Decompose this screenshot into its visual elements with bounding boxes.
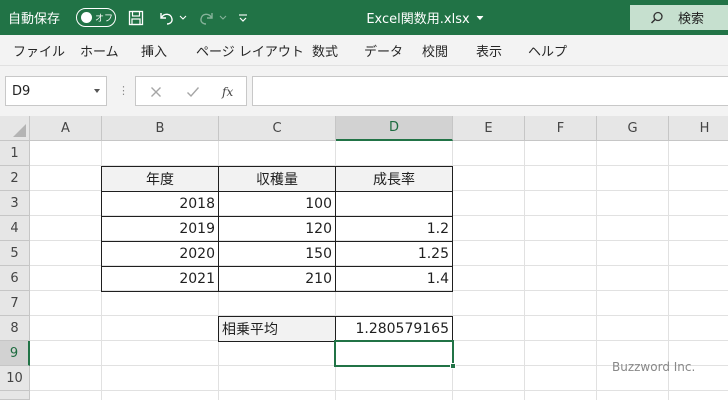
autosave-toggle[interactable]: オフ	[76, 8, 116, 27]
tab-insert[interactable]: 挿入	[141, 35, 167, 66]
row-header-3[interactable]: 3	[0, 191, 30, 216]
column-header-f[interactable]: F	[525, 116, 597, 141]
redo-dropdown-icon[interactable]	[218, 9, 228, 27]
column-header-g[interactable]: G	[597, 116, 669, 141]
save-icon[interactable]	[126, 9, 146, 27]
tab-view[interactable]: 表示	[476, 35, 502, 66]
document-title-text: Excel関数用.xlsx	[366, 12, 470, 27]
gridline	[30, 390, 728, 391]
ribbon-tabs: ファイル ホーム 挿入 ページ レイアウト 数式 データ 校閲 表示 ヘルプ	[0, 35, 728, 66]
name-box[interactable]: D9	[5, 76, 107, 106]
gridline	[596, 141, 597, 400]
formula-input[interactable]	[252, 76, 728, 106]
column-header-b[interactable]: B	[102, 116, 219, 141]
table-cell[interactable]: 2021	[101, 266, 219, 292]
column-header-d[interactable]: D	[336, 116, 453, 141]
insert-function-icon[interactable]: fx	[222, 77, 233, 107]
table-cell[interactable]: 100	[218, 191, 336, 217]
column-header-a[interactable]: A	[30, 116, 102, 141]
result-value-cell[interactable]: 1.280579165	[335, 316, 453, 342]
enter-icon[interactable]	[186, 77, 200, 107]
chevron-down-icon	[476, 15, 483, 20]
row-header-1[interactable]: 1	[0, 141, 30, 166]
watermark: Buzzword Inc.	[612, 360, 696, 374]
table-cell[interactable]: 1.25	[335, 241, 453, 267]
fill-handle[interactable]	[450, 363, 456, 369]
tab-home[interactable]: ホーム	[80, 35, 119, 66]
header-cell-yield[interactable]: 収穫量	[218, 166, 336, 192]
table-cell[interactable]: 120	[218, 216, 336, 242]
table-cell[interactable]: 2019	[101, 216, 219, 242]
tab-formulas[interactable]: 数式	[312, 35, 338, 66]
row-header-10[interactable]: 10	[0, 366, 30, 391]
formula-bar: D9 ⋮ fx	[0, 76, 728, 108]
row-header-2[interactable]: 2	[0, 166, 30, 191]
tab-help[interactable]: ヘルプ	[528, 35, 567, 66]
table-cell[interactable]: 1.2	[335, 216, 453, 242]
formula-buttons: fx	[135, 76, 247, 106]
tab-data[interactable]: データ	[364, 35, 403, 66]
table-cell[interactable]: 1.4	[335, 266, 453, 292]
column-header-c[interactable]: C	[219, 116, 336, 141]
header-cell-year[interactable]: 年度	[101, 166, 219, 192]
more-options-icon[interactable]: ⋮	[118, 84, 129, 97]
row-header-11[interactable]	[0, 391, 30, 400]
cancel-icon[interactable]	[150, 77, 162, 107]
ribbon-gap	[0, 66, 728, 76]
gridline	[524, 141, 525, 400]
toggle-knob	[81, 12, 92, 23]
document-title[interactable]: Excel関数用.xlsx	[300, 0, 550, 35]
search-box[interactable]: 検索	[630, 5, 728, 30]
row-header-6[interactable]: 6	[0, 266, 30, 291]
tab-review[interactable]: 校閲	[422, 35, 448, 66]
table-cell[interactable]: 2018	[101, 191, 219, 217]
column-header-h[interactable]: H	[669, 116, 728, 141]
tab-page-layout[interactable]: ページ レイアウト	[196, 35, 304, 66]
table-cell[interactable]	[335, 191, 453, 217]
customize-toolbar-icon[interactable]	[236, 9, 250, 27]
autosave-state: オフ	[95, 14, 114, 24]
undo-dropdown-icon[interactable]	[178, 9, 188, 27]
header-cell-growth[interactable]: 成長率	[335, 166, 453, 192]
title-bar: 自動保存 オフ Excel関数用.xlsx 検索	[0, 0, 728, 35]
tab-file[interactable]: ファイル	[13, 35, 65, 66]
search-icon	[650, 11, 663, 24]
row-header-9[interactable]: 9	[0, 341, 30, 366]
selected-cell-d9[interactable]	[334, 340, 454, 367]
name-box-value: D9	[12, 83, 31, 99]
table-cell[interactable]: 2020	[101, 241, 219, 267]
autosave-label: 自動保存	[8, 12, 61, 27]
column-header-e[interactable]: E	[453, 116, 525, 141]
grid-top-strip	[0, 108, 728, 116]
row-header-7[interactable]: 7	[0, 291, 30, 316]
select-all-triangle-icon	[13, 124, 26, 137]
result-label-cell[interactable]: 相乗平均	[218, 316, 336, 342]
table-cell[interactable]: 150	[218, 241, 336, 267]
select-all-button[interactable]	[0, 116, 30, 141]
undo-icon[interactable]	[155, 9, 177, 27]
row-header-8[interactable]: 8	[0, 316, 30, 341]
row-header-4[interactable]: 4	[0, 216, 30, 241]
redo-icon[interactable]	[196, 9, 218, 27]
table-cell[interactable]: 210	[218, 266, 336, 292]
row-header-5[interactable]: 5	[0, 241, 30, 266]
search-label: 検索	[678, 12, 705, 27]
chevron-down-icon	[94, 89, 100, 93]
